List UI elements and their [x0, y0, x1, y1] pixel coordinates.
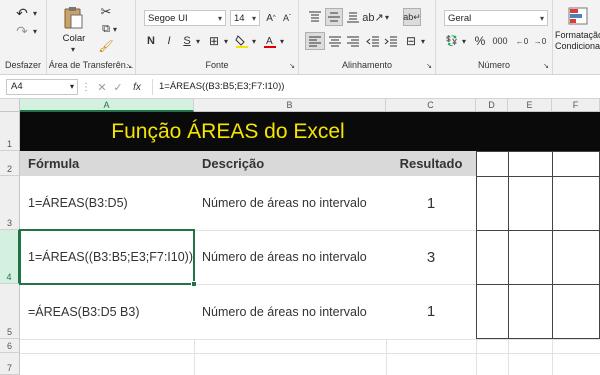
formula-input[interactable]: 1=ÁREAS((B3:B5;E3;F7:I10)) [152, 79, 594, 95]
confirm-icon[interactable]: ✓ [112, 80, 124, 94]
conditional-formatting-label[interactable]: Formatação Condicional [555, 30, 600, 52]
font-group-label: Fonte [205, 60, 229, 70]
orientation-dropdown-icon[interactable]: ▾ [383, 9, 391, 25]
conditional-formatting-icon[interactable] [567, 6, 589, 26]
ribbon: ↶ ▾ ↷ ▾ Desfazer Colar ▾ ✂ ⧉ ▾ 🖌 Área de… [0, 0, 600, 75]
undo-dropdown-icon[interactable]: ▾ [30, 6, 40, 20]
undo-icon[interactable]: ↶ [14, 5, 30, 21]
decrease-indent-icon[interactable] [365, 33, 381, 49]
font-name-dropdown[interactable]: Segoe UI ▾ [144, 10, 226, 26]
align-bottom-icon[interactable] [345, 9, 361, 25]
undo-group-label: Desfazer [4, 60, 41, 70]
format-painter-icon[interactable]: 🖌 [98, 39, 113, 53]
paste-button-label[interactable]: Colar [61, 33, 87, 44]
cut-icon[interactable]: ✂ [99, 4, 113, 19]
increase-indent-icon[interactable] [383, 33, 399, 49]
number-group-label: Número [477, 60, 510, 70]
alignment-launcher-icon[interactable]: ↘ [425, 62, 433, 70]
font-launcher-icon[interactable]: ↘ [288, 62, 296, 70]
undo-group: ↶ ▾ ↷ ▾ Desfazer [0, 0, 47, 74]
number-format-dropdown[interactable]: Geral ▾ [444, 10, 548, 26]
decrease-decimal-icon[interactable]: →0 [532, 33, 548, 49]
fill-color-icon[interactable] [234, 33, 250, 49]
selected-cell-outline [19, 229, 195, 285]
fill-handle[interactable] [191, 281, 197, 287]
cancel-icon[interactable]: ✕ [96, 80, 108, 94]
clipboard-launcher-icon[interactable]: ↘ [125, 62, 133, 70]
redo-icon[interactable]: ↷ [14, 23, 30, 39]
thousands-button[interactable]: 000 [490, 33, 510, 49]
align-left-icon[interactable] [305, 32, 325, 50]
svg-text:A: A [266, 36, 273, 47]
formula-bar: A4 ▾ ⋮ ✕ ✓ fx 1=ÁREAS((B3:B5;E3;F7:I10)) [0, 76, 600, 99]
chevron-down-icon: ▾ [539, 14, 544, 23]
underline-dropdown-icon[interactable]: ▾ [194, 33, 202, 49]
borders-dropdown-icon[interactable]: ▾ [222, 33, 230, 49]
align-middle-icon[interactable] [325, 8, 343, 26]
font-color-icon[interactable]: A [262, 33, 278, 49]
styles-group: Formatação Condicional [553, 0, 600, 74]
clipboard-group-label: Área de Transferên... [48, 60, 134, 70]
number-group: Geral ▾ 💱 ▾ % 000 ←0 →0 Número ↘ [436, 0, 553, 74]
number-format-value: Geral [448, 13, 472, 24]
font-size-value: 14 [234, 13, 245, 24]
alignment-group: ab↗ ▾ ab↵ ⊟ ▾ Alinhamento ↘ [299, 0, 436, 74]
merge-center-icon[interactable]: ⊟ [403, 33, 419, 49]
merge-dropdown-icon[interactable]: ▾ [419, 33, 427, 49]
more-options-icon: ⋮ [81, 81, 91, 93]
insert-function-icon[interactable]: fx [128, 80, 146, 94]
increase-decimal-icon[interactable]: ←0 [514, 33, 530, 49]
borders-icon[interactable]: ⊞ [206, 33, 222, 49]
currency-dropdown-icon[interactable]: ▾ [460, 33, 468, 49]
name-box[interactable]: A4 ▾ [6, 79, 78, 95]
number-launcher-icon[interactable]: ↘ [542, 62, 550, 70]
italic-button[interactable]: I [162, 33, 176, 49]
underline-button[interactable]: S [180, 33, 194, 49]
clipboard-group: Colar ▾ ✂ ⧉ ▾ 🖌 Área de Transferên... ↘ [47, 0, 136, 74]
font-color-dropdown-icon[interactable]: ▾ [278, 33, 286, 49]
redo-dropdown-icon[interactable]: ▾ [30, 24, 40, 38]
chevron-down-icon: ▾ [69, 82, 74, 91]
font-group: Segoe UI ▾ 14 ▾ A ^ Aˇ N I S ▾ ⊞ ▾ ▾ A ▾ … [136, 0, 299, 74]
bold-button[interactable]: N [144, 33, 158, 49]
currency-icon[interactable]: 💱 [444, 33, 460, 49]
align-top-icon[interactable] [307, 9, 323, 25]
wrap-text-icon[interactable]: ab↵ [403, 8, 421, 26]
align-center-icon[interactable] [327, 33, 343, 49]
spreadsheet-grid: A B C D E F 1 2 3 4 5 6 7 Função ÁREAS d… [0, 99, 600, 375]
increase-font-icon[interactable]: A ^ [264, 10, 278, 26]
decrease-font-icon[interactable]: Aˇ [280, 10, 294, 26]
paste-icon[interactable] [61, 5, 85, 31]
name-box-value: A4 [11, 81, 23, 92]
font-name-value: Segoe UI [148, 13, 188, 24]
fill-color-dropdown-icon[interactable]: ▾ [250, 33, 258, 49]
orientation-icon[interactable]: ab↗ [362, 9, 383, 25]
chevron-down-icon: ▾ [217, 14, 222, 23]
chevron-down-icon: ▾ [251, 14, 256, 23]
alignment-group-label: Alinhamento [341, 60, 393, 70]
percent-button[interactable]: % [472, 33, 488, 49]
font-size-dropdown[interactable]: 14 ▾ [230, 10, 260, 26]
align-right-icon[interactable] [345, 33, 361, 49]
paste-dropdown-icon[interactable]: ▾ [69, 45, 77, 54]
copy-dropdown-icon[interactable]: ▾ [111, 22, 119, 36]
